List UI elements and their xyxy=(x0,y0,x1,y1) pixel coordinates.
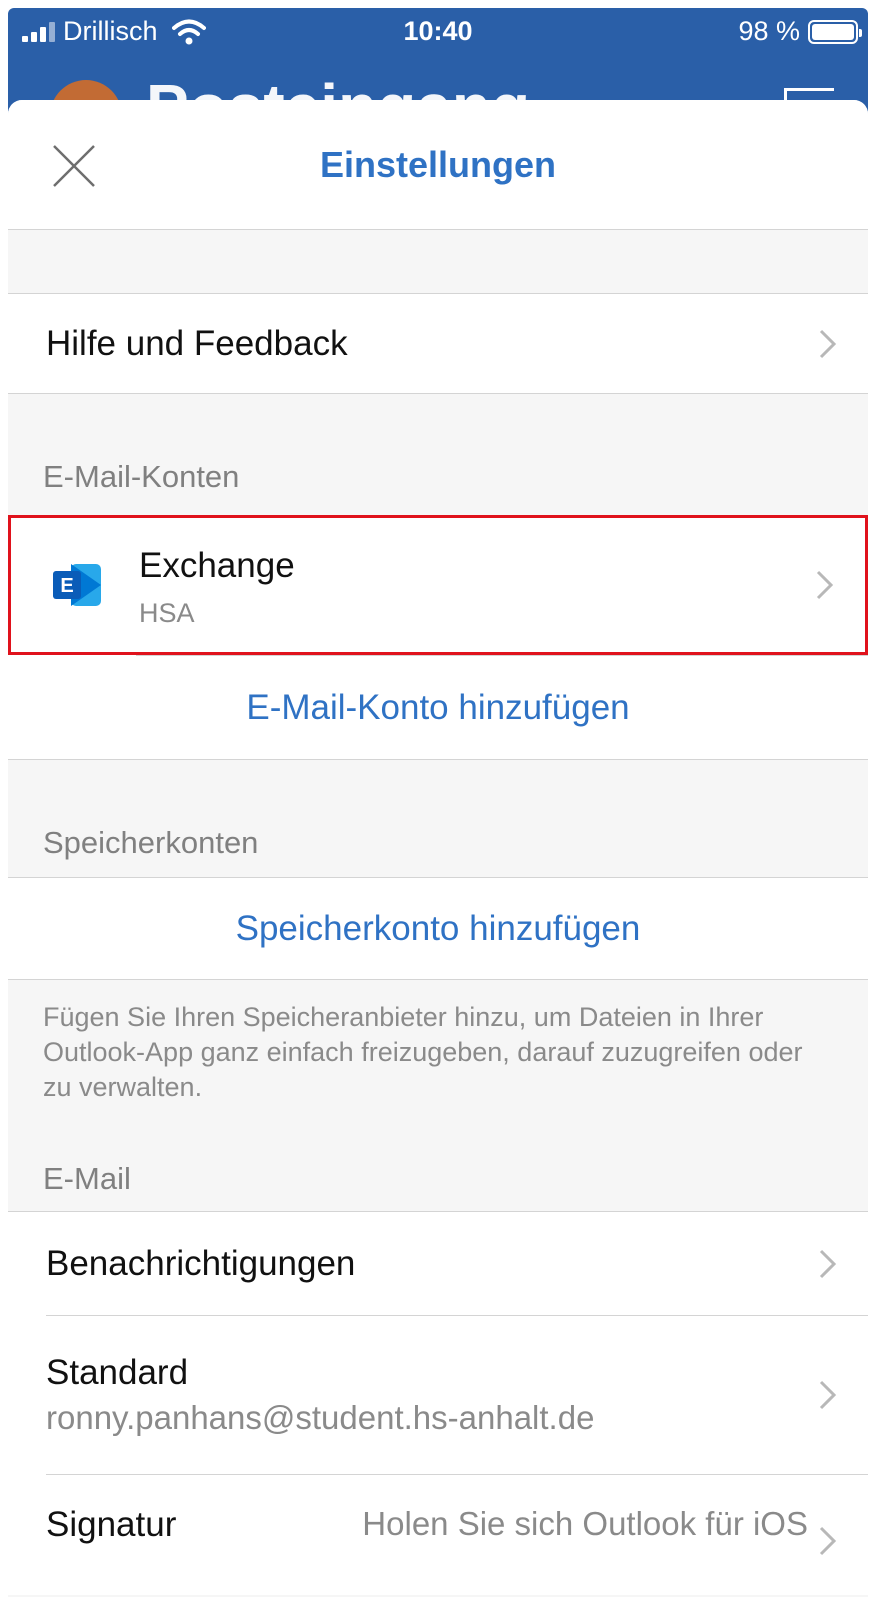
notifications-row[interactable]: Benachrichtigungen xyxy=(8,1212,868,1315)
page-title: Einstellungen xyxy=(319,144,557,185)
chevron-right-icon xyxy=(819,1249,837,1278)
section-label: Speicherkonten xyxy=(43,825,259,860)
settings-sheet: Einstellungen Hilfe und Feedback E-Mail-… xyxy=(8,100,868,1597)
spacer xyxy=(8,230,868,294)
storage-info-text: Fügen Sie Ihren Speicheranbieter hinzu, … xyxy=(8,980,868,1130)
section-header-email-accounts: E-Mail-Konten xyxy=(8,394,868,515)
section-header-email: E-Mail xyxy=(8,1130,868,1212)
status-right: 98 % xyxy=(738,16,862,47)
account-name: Exchange xyxy=(139,546,295,585)
notifications-label: Benachrichtigungen xyxy=(46,1243,356,1283)
signature-value: Holen Sie sich Outlook für iOS xyxy=(362,1505,808,1542)
add-email-account-button[interactable]: E-Mail-Konto hinzufügen xyxy=(8,656,868,760)
help-feedback-row[interactable]: Hilfe und Feedback xyxy=(8,294,868,394)
section-label: E-Mail-Konten xyxy=(43,459,240,494)
chevron-right-icon xyxy=(816,570,834,600)
section-header-storage-accounts: Speicherkonten xyxy=(8,760,868,878)
chevron-right-icon xyxy=(819,1526,837,1556)
account-row-exchange[interactable]: E Exchange HSA xyxy=(8,515,868,655)
battery-icon xyxy=(808,19,862,44)
sheet-header: Einstellungen xyxy=(8,100,868,230)
account-subtitle: HSA xyxy=(139,598,195,628)
divider xyxy=(136,655,868,656)
default-account-label: Standard xyxy=(46,1353,189,1392)
section-label: E-Mail xyxy=(43,1161,131,1196)
help-feedback-label: Hilfe und Feedback xyxy=(46,323,348,363)
chevron-right-icon xyxy=(819,1380,837,1410)
signature-label: Signatur xyxy=(46,1505,177,1544)
signature-row[interactable]: Signatur Holen Sie sich Outlook für iOS xyxy=(8,1475,868,1595)
chevron-right-icon xyxy=(819,329,837,358)
battery-percent: 98 % xyxy=(738,16,800,46)
add-storage-account-button[interactable]: Speicherkonto hinzufügen xyxy=(8,878,868,980)
default-account-row[interactable]: Standard ronny.panhans@student.hs-anhalt… xyxy=(8,1316,868,1474)
exchange-icon: E xyxy=(53,564,101,606)
default-account-value: ronny.panhans@student.hs-anhalt.de xyxy=(46,1399,595,1436)
svg-text:E: E xyxy=(60,575,73,597)
